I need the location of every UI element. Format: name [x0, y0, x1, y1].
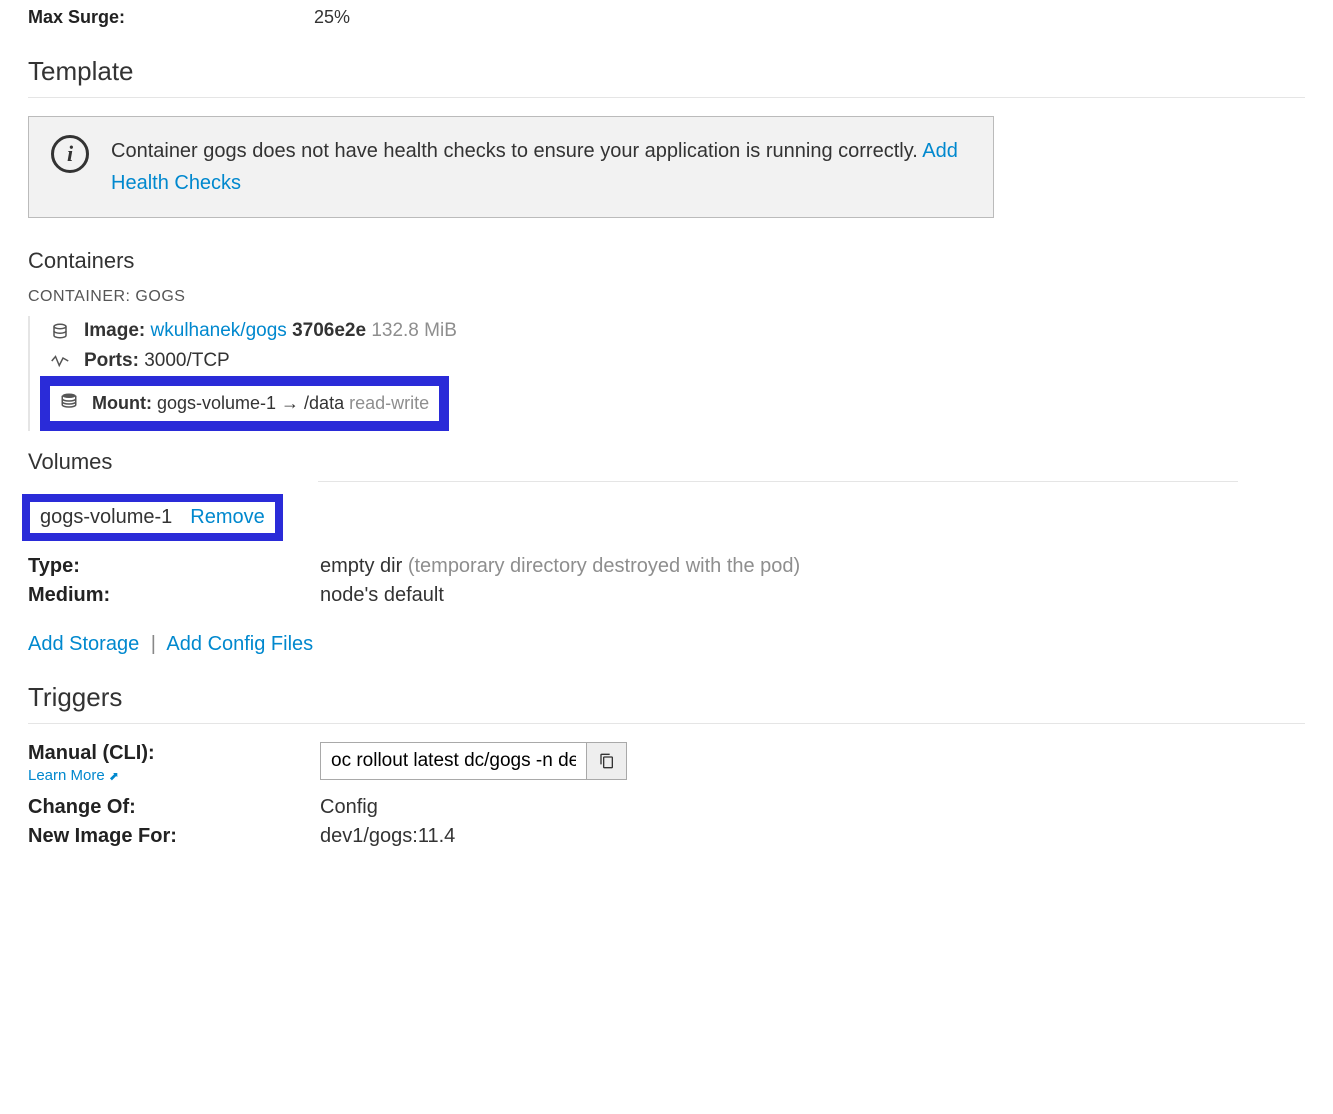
- learn-more-link[interactable]: Learn More ⬈: [28, 767, 119, 784]
- manual-cli-row: Manual (CLI): Learn More ⬈: [28, 742, 1305, 784]
- volume-type-row: Type: empty dir (temporary directory des…: [28, 555, 1305, 578]
- image-size: 132.8 MiB: [371, 320, 457, 341]
- mount-value: gogs-volume-1 → /data: [157, 393, 344, 413]
- remove-volume-link[interactable]: Remove: [190, 506, 264, 529]
- ports-icon: [50, 354, 70, 368]
- volume-medium-value: node's default: [320, 584, 444, 607]
- container-details: Image: wkulhanek/gogs 3706e2e 132.8 MiB …: [28, 316, 1305, 431]
- max-unavailable-value: 25%: [314, 0, 350, 1]
- mount-row: Mount: gogs-volume-1 → /data read-write: [92, 393, 429, 414]
- alert-text: Container gogs does not have health chec…: [111, 135, 971, 199]
- volumes-divider: [318, 481, 1238, 482]
- volume-type-value: empty dir: [320, 555, 402, 577]
- triggers-divider: [28, 723, 1305, 724]
- max-unavailable-row: Max Unavailable: 25%: [28, 0, 1305, 1]
- volumes-heading: Volumes: [28, 449, 1305, 475]
- alert-message: Container gogs does not have health chec…: [111, 140, 918, 162]
- template-divider: [28, 97, 1305, 98]
- volume-type-label: Type:: [28, 555, 320, 578]
- volume-medium-row: Medium: node's default: [28, 584, 1305, 607]
- new-image-for-label: New Image For:: [28, 825, 320, 848]
- health-check-alert: i Container gogs does not have health ch…: [28, 116, 994, 218]
- copy-button[interactable]: [587, 742, 627, 780]
- add-storage-link[interactable]: Add Storage: [28, 633, 139, 655]
- mount-highlight: Mount: gogs-volume-1 → /data read-write: [40, 376, 449, 431]
- separator: |: [151, 633, 156, 655]
- info-icon: i: [51, 135, 89, 173]
- volume-actions: Add Storage | Add Config Files: [28, 633, 1305, 656]
- change-of-row: Change Of: Config: [28, 796, 1305, 819]
- max-surge-value: 25%: [314, 7, 350, 28]
- image-link[interactable]: wkulhanek/gogs: [151, 320, 287, 341]
- mount-label: Mount:: [92, 393, 152, 413]
- ports-row: Ports: 3000/TCP: [30, 346, 1305, 376]
- cli-command-input[interactable]: [320, 742, 587, 780]
- change-of-value: Config: [320, 796, 378, 819]
- volume-name: gogs-volume-1: [40, 506, 172, 529]
- container-name-label: CONTAINER: GOGS: [28, 288, 1305, 306]
- image-icon: [50, 322, 70, 340]
- add-config-files-link[interactable]: Add Config Files: [166, 633, 313, 655]
- mount-mode: read-write: [349, 393, 429, 413]
- triggers-heading: Triggers: [28, 682, 1305, 713]
- image-label: Image:: [84, 320, 145, 341]
- containers-heading: Containers: [28, 248, 1305, 274]
- volume-item-header: gogs-volume-1 Remove: [22, 494, 283, 541]
- max-unavailable-label: Max Unavailable:: [28, 0, 314, 1]
- copy-icon: [599, 753, 615, 769]
- manual-cli-label: Manual (CLI):: [28, 742, 320, 765]
- template-heading: Template: [28, 56, 1305, 87]
- max-surge-label: Max Surge:: [28, 7, 314, 28]
- change-of-label: Change Of:: [28, 796, 320, 819]
- new-image-for-row: New Image For: dev1/gogs:11.4: [28, 825, 1305, 848]
- new-image-for-value: dev1/gogs:11.4: [320, 825, 455, 848]
- external-link-icon: ⬈: [109, 769, 119, 783]
- mount-icon: [56, 392, 78, 415]
- ports-value: 3000/TCP: [144, 350, 230, 371]
- volume-medium-label: Medium:: [28, 584, 320, 607]
- volume-type-note: (temporary directory destroyed with the …: [408, 555, 800, 577]
- max-surge-row: Max Surge: 25%: [28, 7, 1305, 28]
- image-rev: 3706e2e: [292, 320, 366, 341]
- image-row: Image: wkulhanek/gogs 3706e2e 132.8 MiB: [30, 316, 1305, 346]
- ports-label: Ports:: [84, 350, 139, 371]
